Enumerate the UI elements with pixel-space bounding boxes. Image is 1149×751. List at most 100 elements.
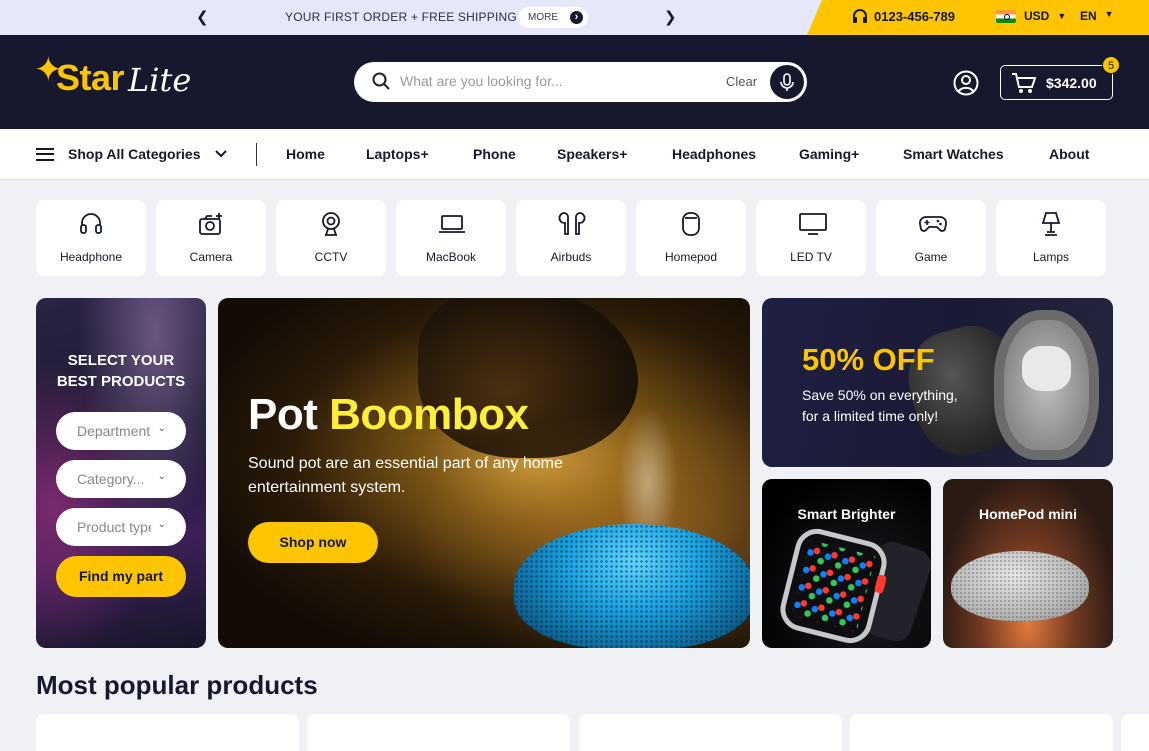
search-input[interactable] (400, 73, 700, 89)
product-finder-panel: SELECT YOUR BEST PRODUCTS Department ⌄ C… (36, 298, 206, 648)
currency-selector[interactable]: USD ▼ (996, 9, 1066, 23)
phone-number: 0123-456-789 (874, 9, 955, 24)
hero-title-highlight: Boombox (329, 390, 529, 439)
product-card[interactable] (307, 714, 570, 751)
lamp-icon (1041, 212, 1061, 236)
language-selector[interactable]: EN ▼ (1080, 9, 1114, 23)
product-type-select[interactable]: Product type ⌄ (56, 508, 186, 546)
phone-link[interactable]: 0123-456-789 (852, 9, 955, 24)
chevron-down-icon: ▼ (1057, 11, 1067, 21)
chevron-down-icon: ▼ (1104, 9, 1114, 19)
cart-button[interactable]: $342.00 5 (1000, 56, 1120, 100)
discount-line1: Save 50% on everything, (802, 387, 958, 403)
finder-title-line1: SELECT YOUR (67, 352, 175, 369)
nav-divider (256, 143, 257, 166)
india-flag-icon (996, 9, 1016, 23)
finder-title: SELECT YOUR BEST PRODUCTS (36, 350, 206, 392)
headset-icon (853, 9, 867, 23)
department-value: Department (77, 423, 151, 439)
finder-title-line2: BEST PRODUCTS (56, 373, 186, 390)
voice-search-button[interactable] (770, 65, 804, 99)
gamepad-icon (919, 216, 947, 232)
nav-home-label: Home (286, 146, 325, 162)
discount-line2: for a limited time only! (802, 408, 939, 424)
homepod-mini-image (951, 551, 1089, 621)
category-led-tv[interactable]: LED TV (756, 200, 866, 276)
nav-laptops[interactable]: Laptops+ (366, 146, 429, 162)
shop-now-button[interactable]: Shop now (248, 522, 378, 563)
chevron-down-icon: ⌄ (157, 423, 166, 434)
hero-photo-speaker (514, 524, 750, 648)
chevron-right-icon[interactable]: ❯ (664, 8, 677, 26)
smart-watch-banner[interactable]: Smart Brighter (762, 479, 931, 648)
search-icon (372, 72, 390, 90)
menu-icon (36, 147, 54, 161)
plus-icon: + (420, 146, 429, 162)
category-airbuds[interactable]: Airbuds (516, 200, 626, 276)
nav-phone[interactable]: Phone (473, 146, 516, 162)
discount-banner[interactable]: 50% OFF Save 50% on everything, for a li… (762, 298, 1113, 467)
hero-title-part1: Pot (248, 390, 318, 439)
airbuds-icon (558, 212, 586, 235)
category-label: LED TV (790, 250, 832, 264)
promo-text: YOUR FIRST ORDER + FREE SHIPPING (285, 10, 517, 24)
logo[interactable]: ✦ Star Lite (34, 53, 192, 99)
category-label: Lamps (1032, 250, 1070, 264)
chevron-down-icon: ⌄ (157, 471, 166, 482)
homepod-banner[interactable]: HomePod mini (943, 479, 1113, 648)
category-label: Game (914, 250, 948, 264)
nav-speakers-label: Speakers (557, 146, 620, 162)
hero-banner: Pot Boombox Sound pot are an essential p… (218, 298, 750, 648)
category-cctv[interactable]: CCTV (276, 200, 386, 276)
nav-headphones[interactable]: Headphones (672, 146, 756, 162)
category-label: CCTV (314, 250, 348, 264)
category-label: MacBook (425, 250, 477, 264)
find-my-part-button[interactable]: Find my part (56, 556, 186, 597)
logo-star-text: Star (56, 57, 125, 98)
nav-speakers[interactable]: Speakers+ (557, 146, 627, 162)
category-camera[interactable]: Camera (156, 200, 266, 276)
more-label: MORE (528, 12, 558, 23)
nav-home[interactable]: Home (286, 146, 325, 162)
logo-lite-text: Lite (128, 61, 192, 99)
hero-description: Sound pot are an essential part of any h… (248, 455, 563, 496)
cart-count-badge: 5 (1102, 56, 1120, 74)
category-label: Homepod (664, 250, 718, 264)
department-select[interactable]: Department ⌄ (56, 412, 186, 450)
section-title: Most popular products (36, 670, 318, 700)
product-card[interactable] (36, 714, 299, 751)
nav-smart-watches[interactable]: Smart Watches (903, 146, 1004, 162)
chevron-left-icon[interactable]: ❮ (196, 8, 209, 26)
clear-button[interactable]: Clear (726, 74, 757, 89)
category-label: Camera (189, 250, 233, 264)
microphone-icon (780, 73, 794, 91)
nav-about-label: About (1049, 146, 1090, 162)
category-game[interactable]: Game (876, 200, 986, 276)
chevron-right-circle-icon: › (570, 11, 583, 24)
category-macbook[interactable]: MacBook (396, 200, 506, 276)
more-button[interactable]: MORE › (518, 7, 588, 28)
main-nav: Shop All Categories Home Laptops+ Phone … (0, 129, 1149, 180)
product-type-value: Product type (77, 519, 151, 535)
product-card[interactable] (579, 714, 842, 751)
star-icon: ✦ (34, 51, 63, 89)
homepod-title: HomePod mini (978, 506, 1077, 522)
smart-watch-title: Smart Brighter (797, 506, 896, 522)
user-account-icon[interactable] (953, 70, 979, 96)
laptop-icon (439, 215, 465, 233)
nav-phone-label: Phone (473, 146, 516, 162)
product-card[interactable] (850, 714, 1113, 751)
product-card[interactable] (1121, 714, 1149, 751)
nav-gaming[interactable]: Gaming+ (799, 146, 859, 162)
category-homepod[interactable]: Homepod (636, 200, 746, 276)
category-lamps[interactable]: Lamps (996, 200, 1106, 276)
chevron-down-icon: ⌄ (157, 519, 166, 530)
nav-about[interactable]: About (1049, 146, 1089, 162)
plus-icon: + (619, 146, 628, 162)
category-select[interactable]: Category... ⌄ (56, 460, 186, 498)
language-label: EN (1080, 9, 1097, 23)
headphones-image (994, 310, 1099, 460)
shop-all-categories-button[interactable]: Shop All Categories (36, 146, 227, 162)
category-headphone[interactable]: Headphone (36, 200, 146, 276)
hero-title: Pot Boombox (248, 390, 529, 440)
